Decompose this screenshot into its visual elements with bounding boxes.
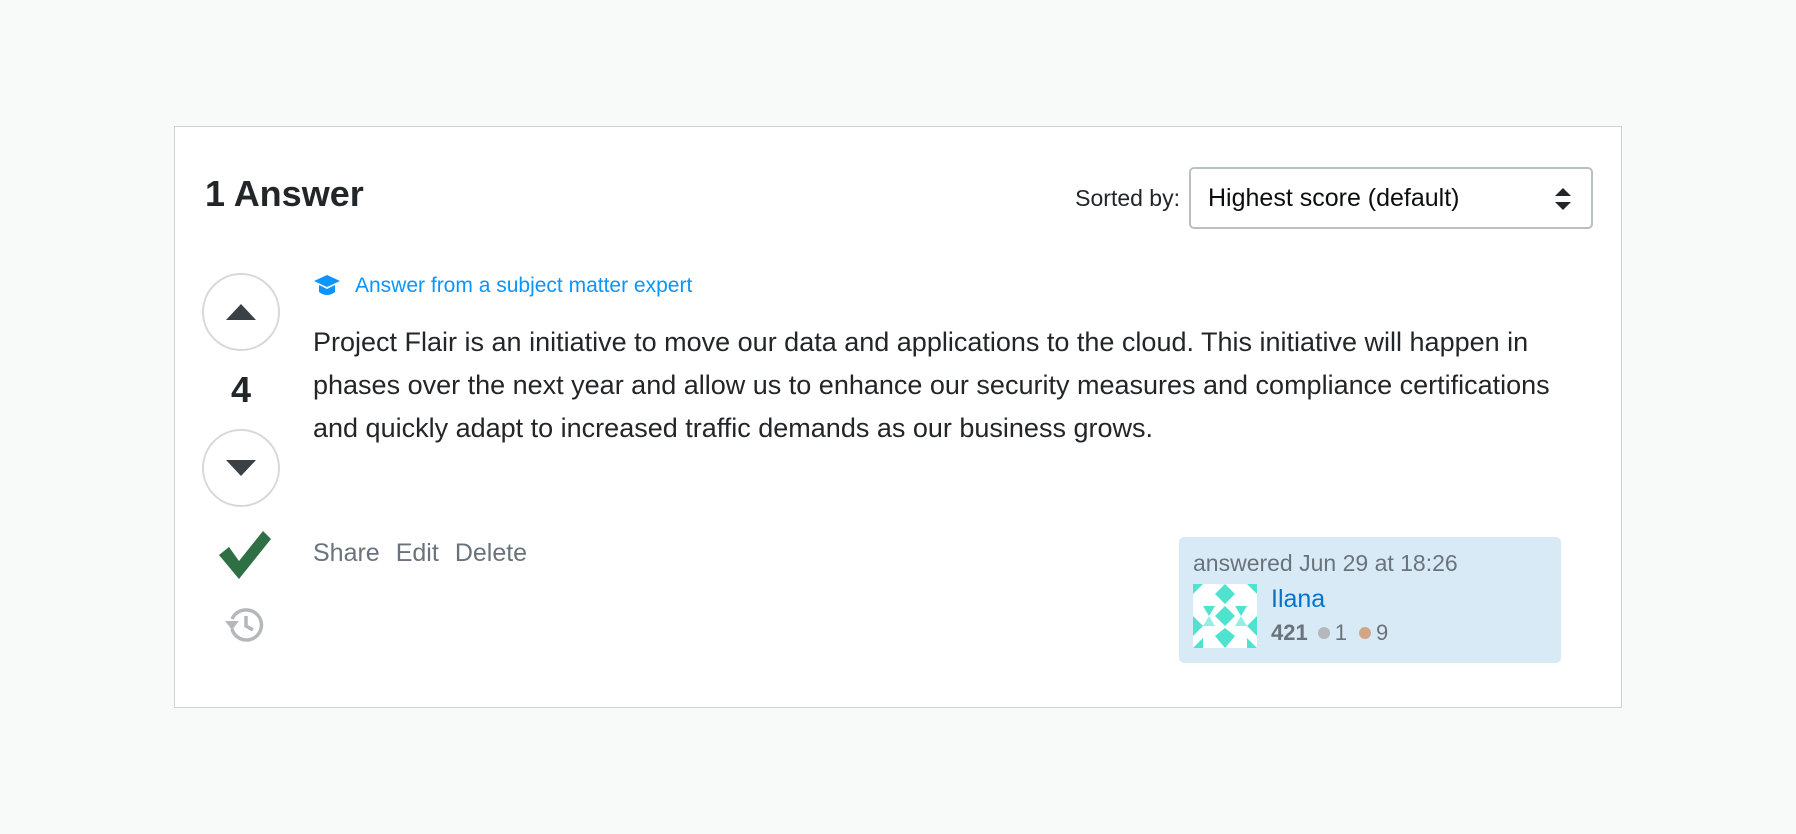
answered-time: answered Jun 29 at 18:26 — [1193, 550, 1458, 576]
vote-score: 4 — [230, 369, 252, 410]
user-info: Ilana 421 1 9 — [1193, 584, 1547, 648]
caret-up-icon — [226, 304, 256, 320]
sme-label: Answer from a subject matter expert — [313, 269, 1559, 303]
upvote-button[interactable] — [202, 273, 280, 351]
sort-selected-value: Highest score (default) — [1208, 184, 1460, 212]
bronze-badge-count: 9 — [1375, 620, 1389, 645]
user-signature: answered Jun 29 at 18:26 Ilana 421 1 9 — [1179, 537, 1561, 663]
delete-link[interactable]: Delete — [455, 539, 527, 568]
checkmark-icon[interactable] — [219, 531, 271, 579]
caret-down-icon — [226, 460, 256, 476]
answer-body: Project Flair is an initiative to move o… — [313, 327, 1550, 443]
answer-count-title: 1 Answer — [205, 173, 364, 214]
avatar[interactable] — [1193, 584, 1257, 648]
answer-content: Answer from a subject matter expert Proj… — [313, 269, 1559, 450]
answers-section: 1 Answer Sorted by: Highest score (defau… — [174, 126, 1622, 708]
sort-select[interactable]: Highest score (default) — [1189, 167, 1593, 229]
silver-badge-count: 1 — [1334, 620, 1347, 645]
sort-arrows-icon — [1555, 188, 1571, 210]
vote-controls: 4 — [202, 273, 280, 507]
edit-link[interactable]: Edit — [396, 539, 439, 568]
history-icon[interactable] — [224, 605, 264, 645]
reputation-score: 421 — [1271, 620, 1308, 645]
share-link[interactable]: Share — [313, 539, 380, 568]
graduation-cap-icon — [314, 275, 340, 295]
user-stats: 421 1 9 — [1271, 618, 1400, 648]
bronze-badge-dot — [1358, 627, 1371, 639]
sort-control: Sorted by: Highest score (default) — [1075, 167, 1593, 229]
sme-label-text: Answer from a subject matter expert — [355, 274, 693, 297]
silver-badge: 1 — [1317, 618, 1347, 648]
answers-header: 1 Answer Sorted by: Highest score (defau… — [205, 167, 1593, 235]
silver-badge-dot — [1317, 627, 1330, 639]
bronze-badge: 9 — [1358, 618, 1389, 648]
sort-label: Sorted by: — [1075, 184, 1180, 211]
user-name-link[interactable]: Ilana — [1271, 584, 1325, 614]
downvote-button[interactable] — [202, 429, 280, 507]
post-actions: Share Edit Delete — [313, 539, 527, 568]
